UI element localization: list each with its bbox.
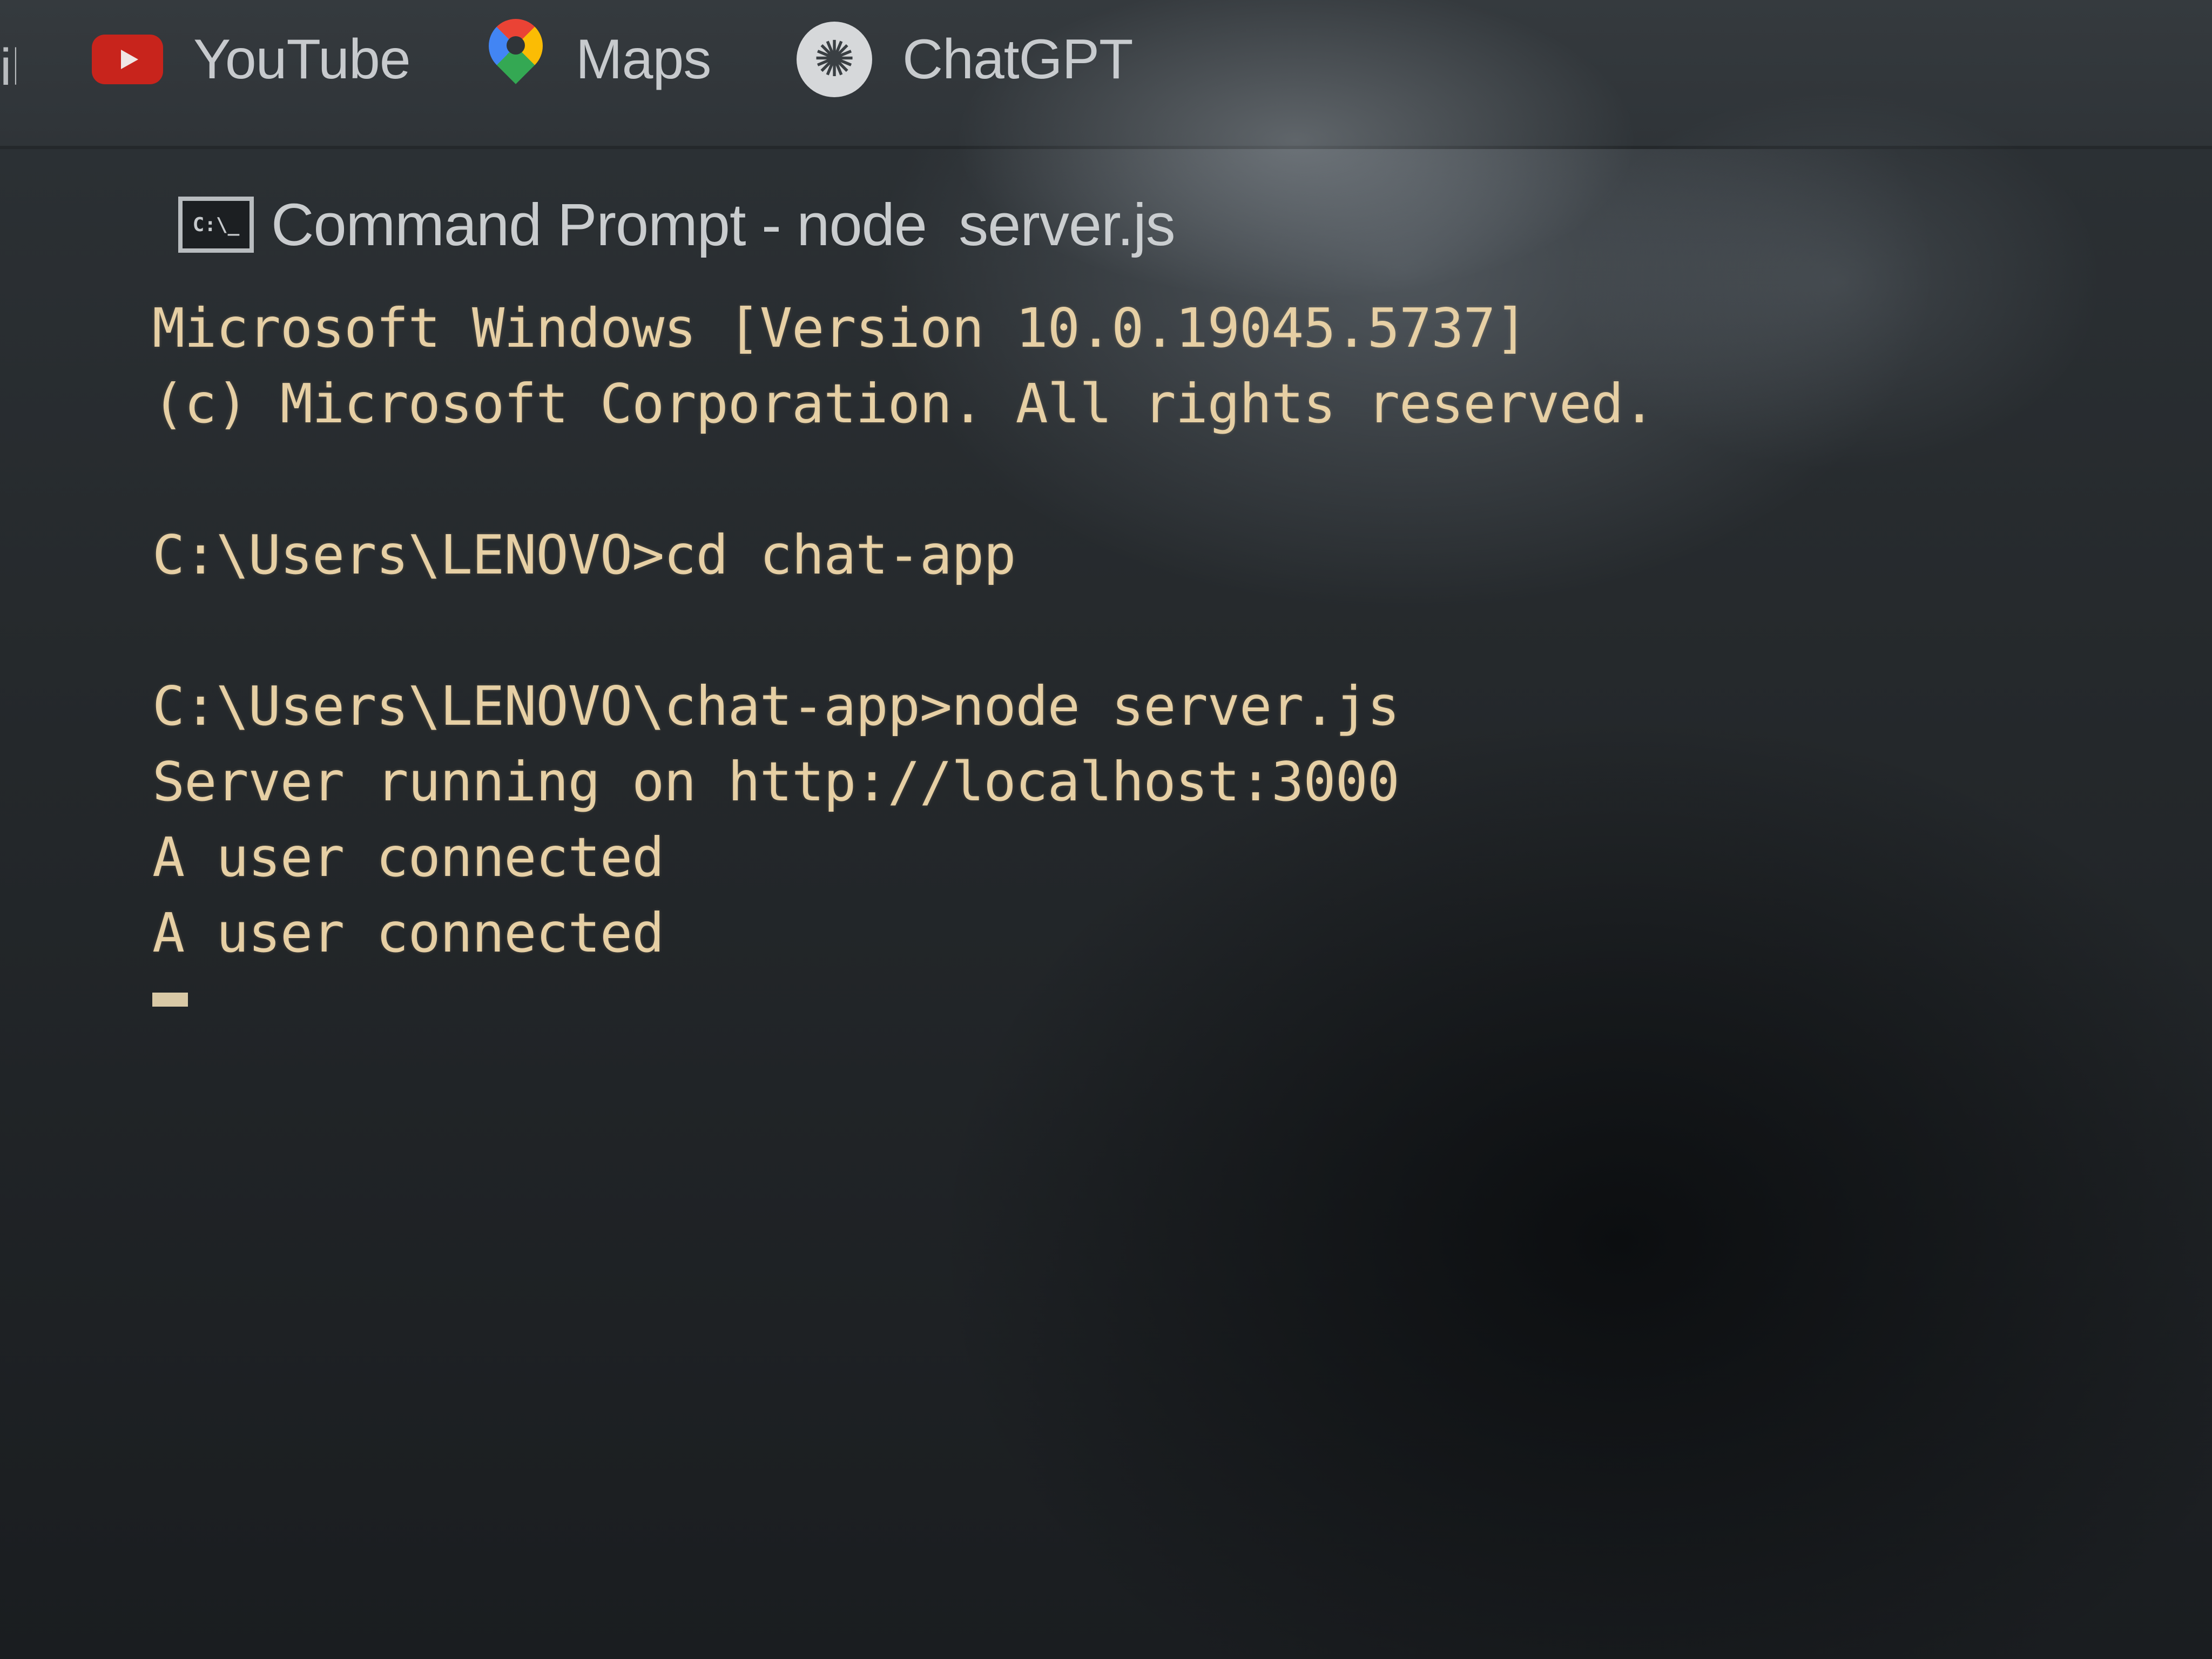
command-prompt-window[interactable]: C:\_ Command Prompt - node server.js Mic… [0, 149, 2212, 1659]
window-title: Command Prompt - node server.js [271, 191, 1176, 258]
partial-bookmark-label[interactable]: il [0, 43, 16, 92]
bookmark-label: ChatGPT [902, 28, 1133, 91]
bookmark-label: YouTube [193, 28, 411, 91]
google-maps-icon [477, 8, 554, 100]
command-prompt-icon: C:\_ [178, 197, 254, 253]
chatgpt-icon: ✺ [797, 22, 872, 97]
screen: il YouTube Maps ✺ ChatGPT C:\_ Command P… [0, 0, 2212, 1659]
console-line: C:\Users\LENOVO\chat-app>node server.js [152, 675, 1400, 738]
console-line: Microsoft Windows [Version 10.0.19045.57… [152, 296, 1528, 360]
bookmark-youtube[interactable]: YouTube [92, 16, 411, 103]
bookmark-maps[interactable]: Maps [477, 8, 711, 103]
bookmark-label: Maps [576, 28, 711, 91]
console-line: Server running on http://localhost:3000 [152, 750, 1400, 813]
bookmark-chatgpt[interactable]: ✺ ChatGPT [797, 16, 1133, 103]
youtube-icon [92, 35, 163, 84]
text-cursor [152, 993, 188, 1007]
console-line: A user connected [152, 901, 664, 965]
bookmarks-bar: il YouTube Maps ✺ ChatGPT [0, 0, 2212, 149]
window-title-bar[interactable]: C:\_ Command Prompt - node server.js [178, 187, 1176, 262]
console-line: C:\Users\LENOVO>cd chat-app [152, 523, 1016, 586]
console-line: (c) Microsoft Corporation. All rights re… [152, 372, 1656, 435]
console-line: A user connected [152, 826, 664, 889]
console-output[interactable]: Microsoft Windows [Version 10.0.19045.57… [152, 291, 2150, 1007]
